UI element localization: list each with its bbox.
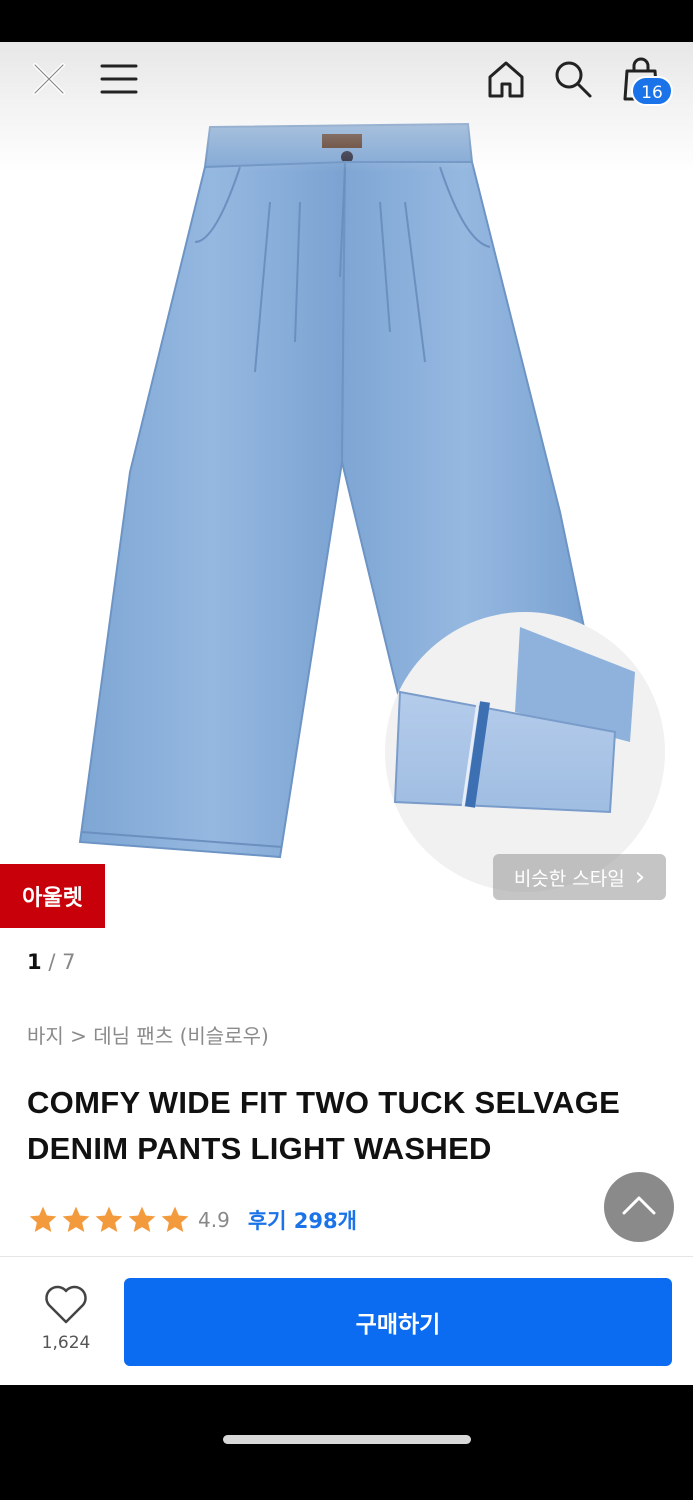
status-bar <box>0 0 693 42</box>
image-counter: 1 / 7 <box>27 950 75 974</box>
search-icon <box>553 59 593 99</box>
like-button[interactable]: 1,624 <box>30 1285 102 1353</box>
close-button[interactable] <box>24 54 74 104</box>
home-icon <box>486 59 526 99</box>
chevron-up-icon <box>621 1194 657 1220</box>
similar-style-button[interactable]: 비슷한 스타일 › <box>493 854 666 900</box>
star-icon <box>29 1206 57 1232</box>
review-count-link[interactable]: 후기 298개 <box>248 1205 357 1235</box>
scroll-to-top-button[interactable] <box>604 1172 674 1242</box>
like-count: 1,624 <box>41 1333 91 1353</box>
product-image-carousel[interactable]: 16 아울렛 비슷한 스타일 › <box>0 42 693 942</box>
heart-icon <box>44 1285 88 1329</box>
star-rating <box>27 1204 192 1236</box>
image-counter-total: 7 <box>62 950 76 974</box>
rating-score: 4.9 <box>198 1208 230 1232</box>
image-counter-separator: / <box>48 950 56 974</box>
close-icon <box>29 59 69 99</box>
star-icon <box>62 1206 90 1232</box>
star-icon <box>95 1206 123 1232</box>
outlet-badge: 아울렛 <box>0 864 105 928</box>
star-icon <box>161 1206 189 1232</box>
buy-button[interactable]: 구매하기 <box>124 1278 672 1366</box>
menu-button[interactable] <box>94 54 144 104</box>
product-title: COMFY WIDE FIT TWO TUCK SELVAGE DENIM PA… <box>27 1085 621 1166</box>
similar-style-label: 비슷한 스타일 <box>513 867 625 890</box>
image-counter-current: 1 <box>27 950 42 974</box>
chevron-right-icon: › <box>634 862 646 892</box>
hamburger-menu-icon <box>100 62 138 96</box>
top-navigation: 16 <box>0 42 693 122</box>
denim-pants-image <box>78 122 665 892</box>
star-icon <box>128 1206 156 1232</box>
product-rating: 4.9 후기 298개 <box>27 1202 357 1238</box>
system-nav-area <box>0 1385 693 1500</box>
home-button[interactable] <box>481 54 531 104</box>
search-button[interactable] <box>548 54 598 104</box>
category-breadcrumb[interactable]: 바지 > 데님 팬츠 (비슬로우) <box>27 1020 269 1049</box>
home-indicator[interactable] <box>223 1435 471 1444</box>
cart-count-badge: 16 <box>631 76 673 106</box>
purchase-bar: 1,624 구매하기 <box>0 1256 693 1385</box>
product-page: 16 아울렛 비슷한 스타일 › 1 / 7 바지 > 데님 팬츠 (비슬로우)… <box>0 42 693 1385</box>
